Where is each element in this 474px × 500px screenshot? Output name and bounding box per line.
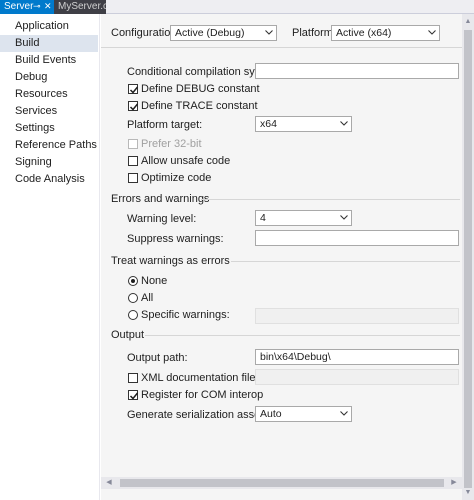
platform-dropdown[interactable]: Active (x64) [331,25,440,41]
sidebar-item-settings[interactable]: Settings [0,120,98,137]
tab-myserver-cs[interactable]: MyServer.cs [54,0,106,14]
warning-level-dropdown[interactable]: 4 [255,210,352,226]
define-trace-label: Define TRACE constant [141,100,258,112]
checkmark-icon [129,86,139,94]
section-output: Output [111,329,145,341]
platform-target-value: x64 [260,118,277,130]
sidebar-item-services[interactable]: Services [0,103,98,120]
sidebar-item-label: Build [15,37,40,49]
sidebar-item-label: Application [15,20,69,32]
chevron-down-icon [261,26,276,40]
divider [101,47,462,48]
prefer-32-bit-checkbox [128,139,138,149]
treat-all-label: All [141,292,154,304]
suppress-warnings-input[interactable] [255,230,459,246]
project-properties-sidebar: Application Build Build Events Debug Res… [0,14,100,500]
close-icon[interactable]: ✕ [44,0,52,13]
configuration-value: Active (Debug) [175,27,245,39]
sidebar-item-label: Settings [15,122,55,134]
section-treat-warnings-as-errors: Treat warnings as errors [111,255,230,267]
sidebar-item-application[interactable]: Application [0,18,98,35]
platform-target-dropdown[interactable]: x64 [255,116,352,132]
scroll-right-arrow-icon[interactable]: ▶ [449,478,459,488]
treat-specific-radio[interactable] [128,310,138,320]
sidebar-item-label: Code Analysis [15,173,85,185]
scroll-left-arrow-icon[interactable]: ◀ [104,478,114,488]
radio-selected-dot [131,279,135,283]
pin-icon[interactable]: ⊸ [33,0,41,13]
platform-target-label: Platform target: [127,119,203,131]
sidebar-item-signing[interactable]: Signing [0,154,98,171]
define-debug-checkbox[interactable] [128,84,139,94]
define-trace-checkbox[interactable] [128,101,139,111]
sidebar-item-resources[interactable]: Resources [0,86,98,103]
specific-warnings-input [255,308,459,324]
register-com-interop-label: Register for COM interop [141,389,264,401]
tab-server[interactable]: Server ⊸ ✕ [0,0,54,14]
optimize-code-checkbox[interactable] [128,173,138,183]
section-errors-and-warnings: Errors and warnings [111,193,210,205]
serialization-assembly-dropdown[interactable]: Auto [255,406,352,422]
xml-documentation-input [255,369,459,385]
suppress-warnings-label: Suppress warnings: [127,233,224,245]
tab-server-label: Server [4,1,34,12]
platform-label: Platform: [292,27,337,39]
sidebar-item-debug[interactable]: Debug [0,69,98,86]
sidebar-item-build-events[interactable]: Build Events [0,52,98,69]
divider [201,199,460,200]
divider [145,335,460,336]
chevron-down-icon [336,211,351,225]
treat-none-radio[interactable] [128,276,138,286]
allow-unsafe-code-label: Allow unsafe code [141,155,231,167]
output-path-input[interactable]: bin\x64\Debug\ [255,349,459,365]
checkmark-icon [129,392,139,400]
sidebar-item-code-analysis[interactable]: Code Analysis [0,171,98,188]
tab-myserver-label: MyServer.cs [58,1,106,12]
sidebar-item-label: Resources [15,88,68,100]
vertical-scrollbar-thumb[interactable] [464,30,472,488]
chevron-down-icon [336,407,351,421]
horizontal-scrollbar-thumb[interactable] [120,479,444,487]
register-com-interop-checkbox[interactable] [128,390,139,400]
warning-level-label: Warning level: [127,213,197,225]
chevron-down-icon [424,26,439,40]
serialization-assembly-value: Auto [260,408,282,420]
sidebar-item-label: Services [15,105,58,117]
sidebar-item-build[interactable]: Build [0,35,98,52]
scroll-down-arrow-icon[interactable]: ▼ [462,488,474,498]
sidebar-item-reference-paths[interactable]: Reference Paths [0,137,98,154]
sidebar-item-label: Signing [15,156,52,168]
prefer-32-bit-label: Prefer 32-bit [141,138,202,150]
sidebar-item-label: Build Events [15,54,77,66]
scroll-up-arrow-icon[interactable]: ▲ [462,17,474,27]
treat-specific-label: Specific warnings: [141,309,230,321]
sidebar-item-label: Debug [15,71,48,83]
treat-all-radio[interactable] [128,293,138,303]
checkmark-icon [129,103,139,111]
sidebar-item-label: Reference Paths [15,139,97,151]
divider [231,261,460,262]
conditional-symbols-input[interactable] [255,63,459,79]
allow-unsafe-code-checkbox[interactable] [128,156,138,166]
treat-none-label: None [141,275,168,287]
define-debug-label: Define DEBUG constant [141,83,260,95]
warning-level-value: 4 [260,212,266,224]
optimize-code-label: Optimize code [141,172,212,184]
configuration-dropdown[interactable]: Active (Debug) [170,25,277,41]
platform-value: Active (x64) [336,27,392,39]
xml-documentation-checkbox[interactable] [128,373,138,383]
document-tab-strip: Server ⊸ ✕ MyServer.cs [0,0,474,14]
output-path-label: Output path: [127,352,188,364]
xml-documentation-label: XML documentation file: [141,372,259,384]
chevron-down-icon [336,117,351,131]
